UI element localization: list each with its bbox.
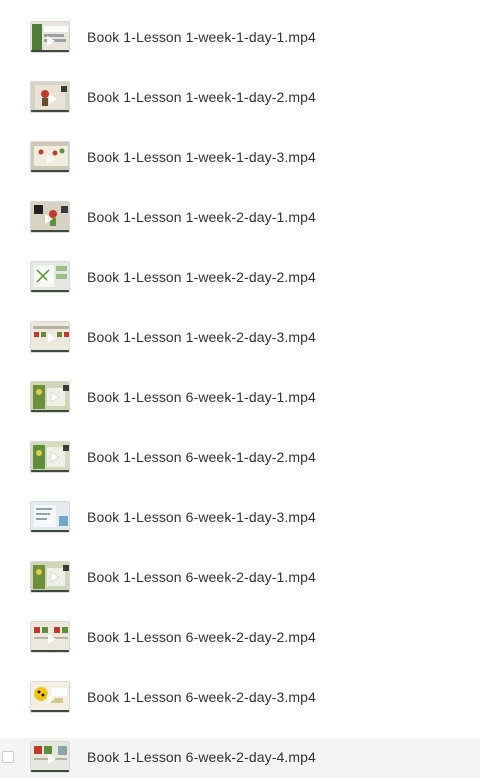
file-row[interactable]: Book 1-Lesson 1-week-2-day-2.mp4 — [0, 258, 480, 298]
file-name[interactable]: Book 1-Lesson 6-week-2-day-4.mp4 — [87, 749, 316, 765]
video-thumbnail-icon — [30, 201, 70, 233]
file-name[interactable]: Book 1-Lesson 1-week-1-day-1.mp4 — [87, 29, 316, 45]
file-name[interactable]: Book 1-Lesson 6-week-2-day-2.mp4 — [87, 629, 316, 645]
file-row[interactable]: Book 1-Lesson 1-week-1-day-2.mp4 — [0, 78, 480, 118]
file-name[interactable]: Book 1-Lesson 1-week-1-day-3.mp4 — [87, 149, 316, 165]
file-name[interactable]: Book 1-Lesson 6-week-2-day-1.mp4 — [87, 569, 316, 585]
file-row[interactable]: Book 1-Lesson 6-week-1-day-3.mp4 — [0, 498, 480, 538]
file-name[interactable]: Book 1-Lesson 1-week-1-day-2.mp4 — [87, 89, 316, 105]
video-thumbnail-icon — [30, 81, 70, 113]
file-name[interactable]: Book 1-Lesson 6-week-1-day-3.mp4 — [87, 509, 316, 525]
video-thumbnail-icon — [30, 261, 70, 293]
file-row[interactable]: Book 1-Lesson 1-week-2-day-1.mp4 — [0, 198, 480, 238]
video-thumbnail-icon — [30, 21, 70, 53]
file-name[interactable]: Book 1-Lesson 1-week-2-day-3.mp4 — [87, 329, 316, 345]
file-row[interactable]: Book 1-Lesson 6-week-1-day-1.mp4 — [0, 378, 480, 418]
file-row[interactable]: Book 1-Lesson 6-week-2-day-3.mp4 — [0, 678, 480, 718]
video-thumbnail-icon — [30, 501, 70, 533]
row-checkbox[interactable] — [2, 751, 14, 763]
video-thumbnail-icon — [30, 441, 70, 473]
file-row[interactable]: Book 1-Lesson 6-week-1-day-2.mp4 — [0, 438, 480, 478]
video-thumbnail-icon — [30, 561, 70, 593]
file-row[interactable]: Book 1-Lesson 6-week-2-day-4.mp4 — [0, 738, 480, 778]
file-name[interactable]: Book 1-Lesson 6-week-1-day-1.mp4 — [87, 389, 316, 405]
file-name[interactable]: Book 1-Lesson 1-week-2-day-2.mp4 — [87, 269, 316, 285]
video-thumbnail-icon — [30, 321, 70, 353]
video-thumbnail-icon — [30, 621, 70, 653]
file-row[interactable]: Book 1-Lesson 1-week-2-day-3.mp4 — [0, 318, 480, 358]
file-name[interactable]: Book 1-Lesson 1-week-2-day-1.mp4 — [87, 209, 316, 225]
file-row[interactable]: Book 1-Lesson 1-week-1-day-3.mp4 — [0, 138, 480, 178]
file-name[interactable]: Book 1-Lesson 6-week-1-day-2.mp4 — [87, 449, 316, 465]
video-thumbnail-icon — [30, 741, 70, 773]
file-row[interactable]: Book 1-Lesson 6-week-2-day-1.mp4 — [0, 558, 480, 598]
file-name[interactable]: Book 1-Lesson 6-week-2-day-3.mp4 — [87, 689, 316, 705]
video-thumbnail-icon — [30, 141, 70, 173]
file-row[interactable]: Book 1-Lesson 1-week-1-day-1.mp4 — [0, 18, 480, 58]
file-row[interactable]: Book 1-Lesson 6-week-2-day-2.mp4 — [0, 618, 480, 658]
file-list: Book 1-Lesson 1-week-1-day-1.mp4 Book 1-… — [0, 0, 480, 781]
video-thumbnail-icon — [30, 381, 70, 413]
video-thumbnail-icon — [30, 681, 70, 713]
